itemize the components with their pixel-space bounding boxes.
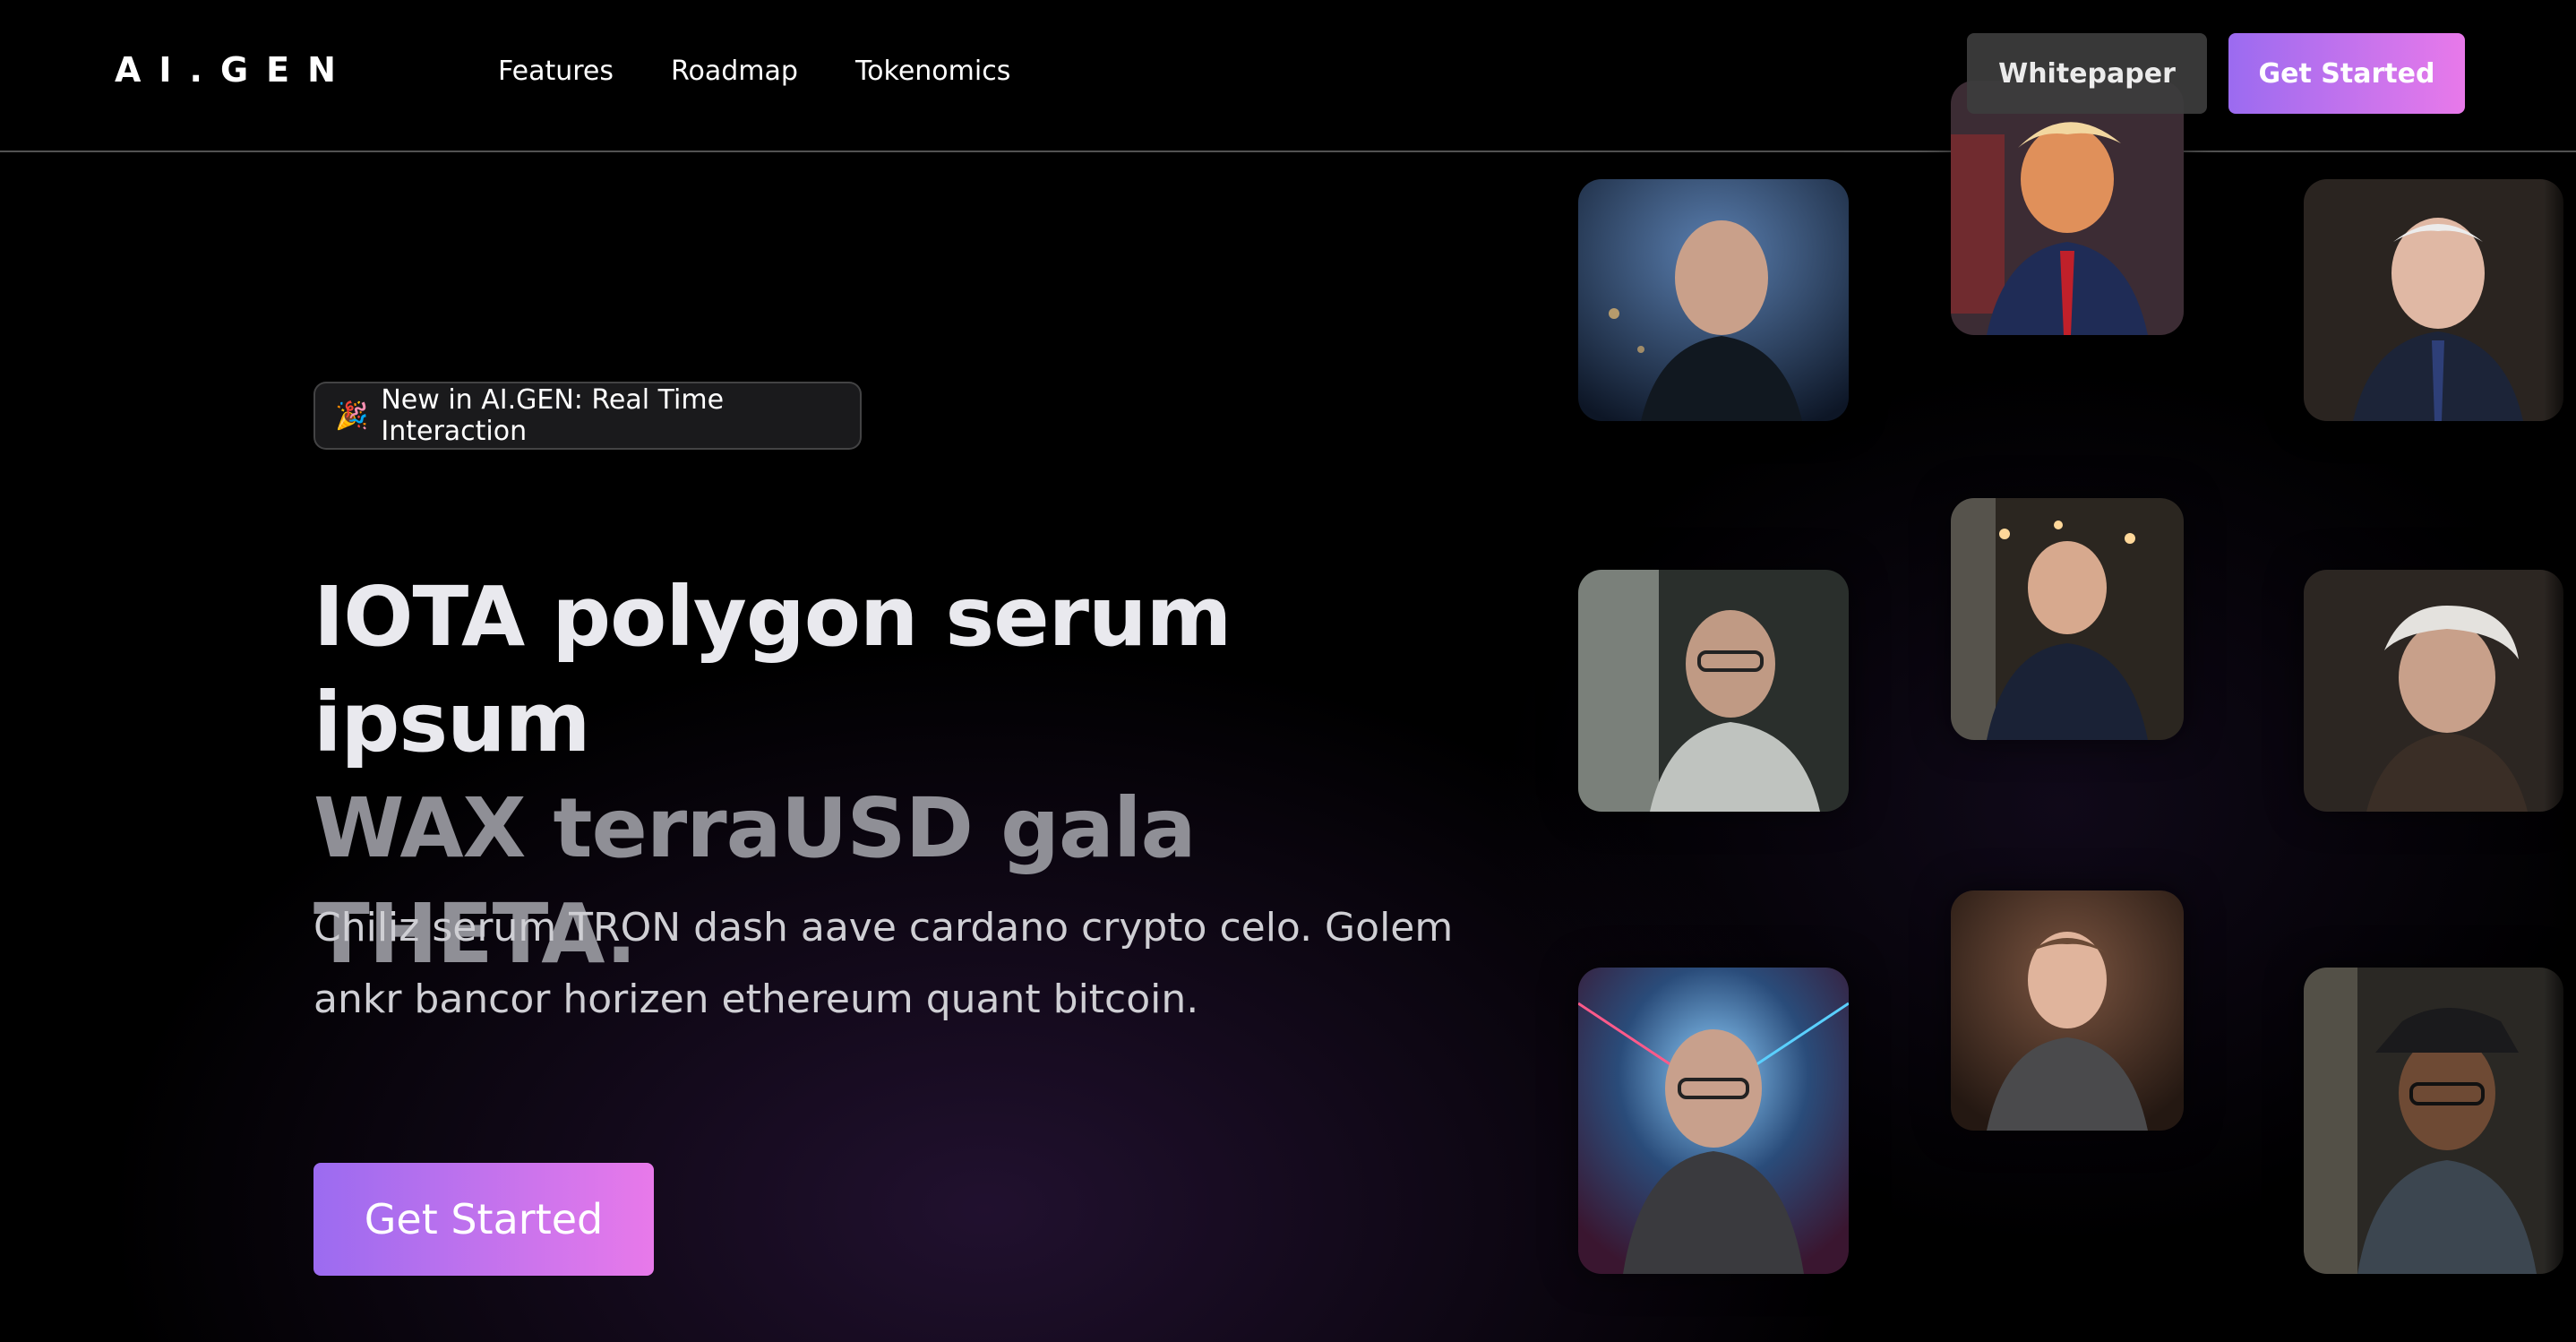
whitepaper-button[interactable]: Whitepaper	[1967, 33, 2207, 114]
right-edge-fade	[2544, 152, 2576, 1342]
portrait-image	[1951, 890, 2184, 1131]
portrait-hat-glasses	[2304, 968, 2563, 1274]
headline-line-1: IOTA polygon serum ipsum	[313, 569, 1232, 770]
top-navbar: AI.GEN Features Roadmap Tokenomics White…	[0, 0, 2576, 152]
logo[interactable]: AI.GEN	[115, 50, 354, 90]
portrait-bald-suit	[1578, 179, 1849, 421]
party-popper-icon: 🎉	[335, 400, 369, 432]
portrait-glasses-window	[1578, 570, 1849, 812]
portrait-white-hair-suit	[2304, 179, 2563, 421]
portrait-image	[1578, 968, 1849, 1274]
portrait-image	[1578, 570, 1849, 812]
portrait-image	[2304, 179, 2563, 421]
header-get-started-button[interactable]: Get Started	[2228, 33, 2465, 114]
hero-subtext: Chiliz serum TRON dash aave cardano cryp…	[313, 905, 1454, 1022]
portrait-white-hair-elder	[2304, 570, 2563, 812]
portrait-blonde-suit	[1951, 81, 2184, 335]
nav-roadmap-link[interactable]: Roadmap	[671, 56, 798, 87]
landing-page: AI.GEN Features Roadmap Tokenomics White…	[0, 0, 2576, 1342]
portrait-image	[1578, 179, 1849, 421]
portrait-image	[2304, 570, 2563, 812]
portrait-young-tshirt	[1951, 890, 2184, 1131]
portrait-image	[2304, 968, 2563, 1274]
nav-tokenomics-link[interactable]: Tokenomics	[855, 56, 1010, 87]
badge-text: New in AI.GEN: Real Time Interaction	[381, 384, 725, 447]
announcement-badge[interactable]: 🎉 New in AI.GEN: Real Time Interaction	[313, 382, 862, 450]
portrait-glasses-neon	[1578, 968, 1849, 1274]
portrait-image	[1951, 498, 2184, 740]
main-nav: Features Roadmap Tokenomics	[498, 56, 1010, 87]
nav-features-link[interactable]: Features	[498, 56, 614, 87]
hero-get-started-button[interactable]: Get Started	[313, 1163, 654, 1276]
portrait-tshirt-cafe	[1951, 498, 2184, 740]
portrait-image	[1951, 81, 2184, 335]
